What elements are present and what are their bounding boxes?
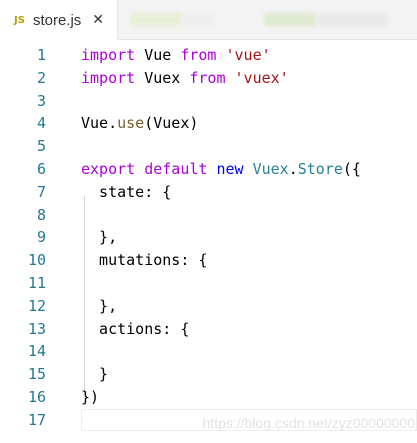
string-literal: 'vuex' <box>234 68 289 87</box>
function-name: use <box>117 114 145 133</box>
code-editor[interactable]: 1 2 3 4 5 6 7 8 9 10 11 12 13 14 15 16 1… <box>0 40 417 443</box>
watermark: https://blog.csdn.net/zyz00000000 <box>202 415 415 431</box>
code-line: actions: { <box>81 319 190 338</box>
line-number: 1 <box>36 46 46 64</box>
code-line: import Vue from 'vue' <box>81 44 417 67</box>
code-line: } <box>81 365 109 384</box>
javascript-file-icon: JS <box>14 14 25 26</box>
line-number: 17 <box>27 410 46 429</box>
blurred-tab-label <box>318 13 388 26</box>
arguments: (Vuex) <box>144 114 199 133</box>
punctuation: ({ <box>342 159 361 178</box>
code-line: state: { <box>81 182 172 201</box>
blurred-tab-label <box>183 13 213 26</box>
line-number: 3 <box>36 91 46 110</box>
code-line: }, <box>81 296 118 315</box>
line-number: 11 <box>27 273 46 292</box>
line-number-gutter: 1 2 3 4 5 6 7 8 9 10 11 12 13 14 15 16 1… <box>0 44 60 432</box>
code-content[interactable]: import Vue from 'vue' import Vuex from '… <box>81 44 417 432</box>
line-number: 13 <box>27 319 46 338</box>
keyword: new <box>216 159 244 178</box>
code-line: Vue.use(Vuex) <box>81 112 417 135</box>
line-number: 4 <box>36 114 46 133</box>
class-name: Vuex <box>252 159 289 178</box>
identifier: Vuex <box>135 68 190 87</box>
line-number: 2 <box>36 68 46 87</box>
blurred-tab[interactable] <box>264 13 316 26</box>
close-icon[interactable]: ✕ <box>92 12 104 28</box>
line-number: 7 <box>36 182 46 201</box>
blurred-tab[interactable] <box>130 13 182 26</box>
string-literal: 'vue' <box>225 46 271 64</box>
identifier: Vue <box>135 46 181 64</box>
line-number: 14 <box>27 342 46 361</box>
keyword: default <box>144 159 208 178</box>
keyword: import <box>81 68 136 87</box>
code-line: export default new Vuex.Store({ <box>81 158 417 181</box>
line-number: 5 <box>36 137 46 156</box>
line-number: 10 <box>27 251 46 270</box>
keyword: from <box>180 46 217 64</box>
tab-store-js[interactable]: JS store.js ✕ <box>0 0 118 40</box>
keyword: from <box>189 68 226 87</box>
keyword: import <box>81 46 136 64</box>
punctuation: . <box>108 114 118 133</box>
code-line: }, <box>81 228 118 247</box>
tab-label: store.js <box>32 11 82 29</box>
identifier: Vue <box>81 114 109 133</box>
line-number: 9 <box>36 228 46 247</box>
line-number: 8 <box>36 205 46 224</box>
keyword: export <box>81 159 136 178</box>
line-number: 16 <box>27 387 46 406</box>
class-name: Store <box>297 159 343 178</box>
punctuation: . <box>288 159 298 178</box>
tab-bar: JS store.js ✕ <box>0 0 417 40</box>
code-line: mutations: { <box>81 251 208 270</box>
code-line: import Vuex from 'vuex' <box>81 67 417 90</box>
line-number: 15 <box>27 365 46 384</box>
code-line: }) <box>81 387 100 406</box>
line-number: 12 <box>27 296 46 315</box>
line-number: 6 <box>36 159 46 178</box>
